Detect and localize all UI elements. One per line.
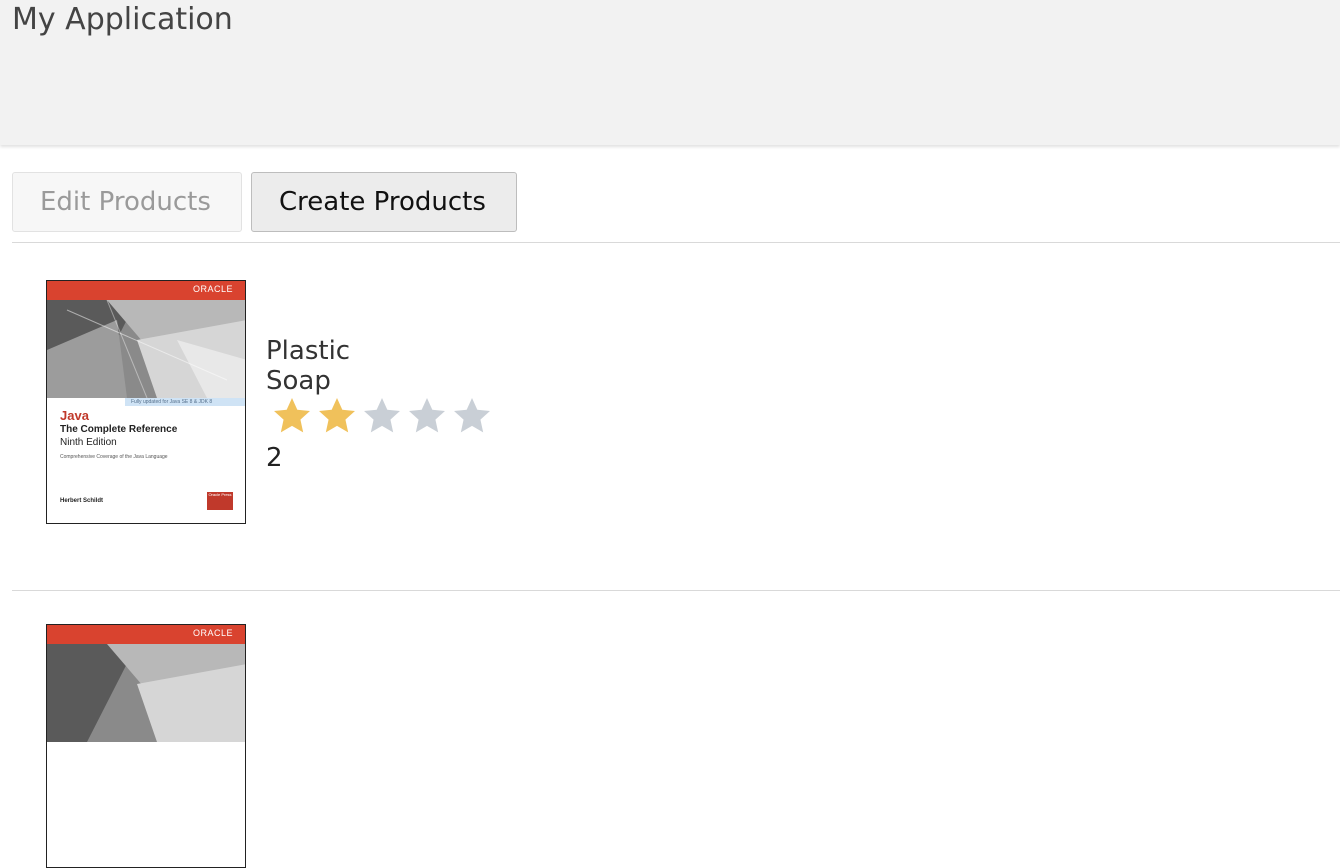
cover-photo [47, 300, 245, 398]
cover-description: Comprehensive Coverage of the Java Langu… [60, 454, 168, 460]
cover-brand: ORACLE [192, 284, 233, 294]
product-image[interactable]: ORACLE [46, 624, 246, 868]
app-header: My Application [0, 0, 1340, 145]
cover-author: Herbert Schildt [60, 498, 104, 504]
tab-divider [12, 242, 1340, 243]
cover-subtitle: The Complete Reference [60, 424, 178, 435]
star-rating[interactable] [270, 394, 494, 438]
product-image[interactable]: ORACLE Fully updated for Java SE 8 & JDK… [46, 280, 246, 524]
cover-badge: Fully updated for Java SE 8 & JDK 8 [125, 398, 245, 406]
star-filled-icon[interactable] [270, 394, 314, 438]
rating-value: 2 [266, 443, 283, 473]
star-empty-icon[interactable] [360, 394, 404, 438]
star-empty-icon[interactable] [450, 394, 494, 438]
tab-edit-products[interactable]: Edit Products [12, 172, 242, 232]
cover-edition: Ninth Edition [60, 437, 117, 448]
app-title: My Application [12, 2, 233, 37]
star-empty-icon[interactable] [405, 394, 449, 438]
product-divider [12, 590, 1340, 591]
cover-press-logo: Oracle Press [207, 492, 233, 510]
product-name[interactable]: Plastic Soap [266, 336, 350, 396]
tab-create-products[interactable]: Create Products [251, 172, 517, 232]
cover-photo [47, 644, 245, 742]
star-filled-icon[interactable] [315, 394, 359, 438]
tab-bar: Edit Products Create Products [12, 172, 517, 232]
cover-brand: ORACLE [192, 628, 233, 638]
cover-title: Java [60, 408, 89, 423]
